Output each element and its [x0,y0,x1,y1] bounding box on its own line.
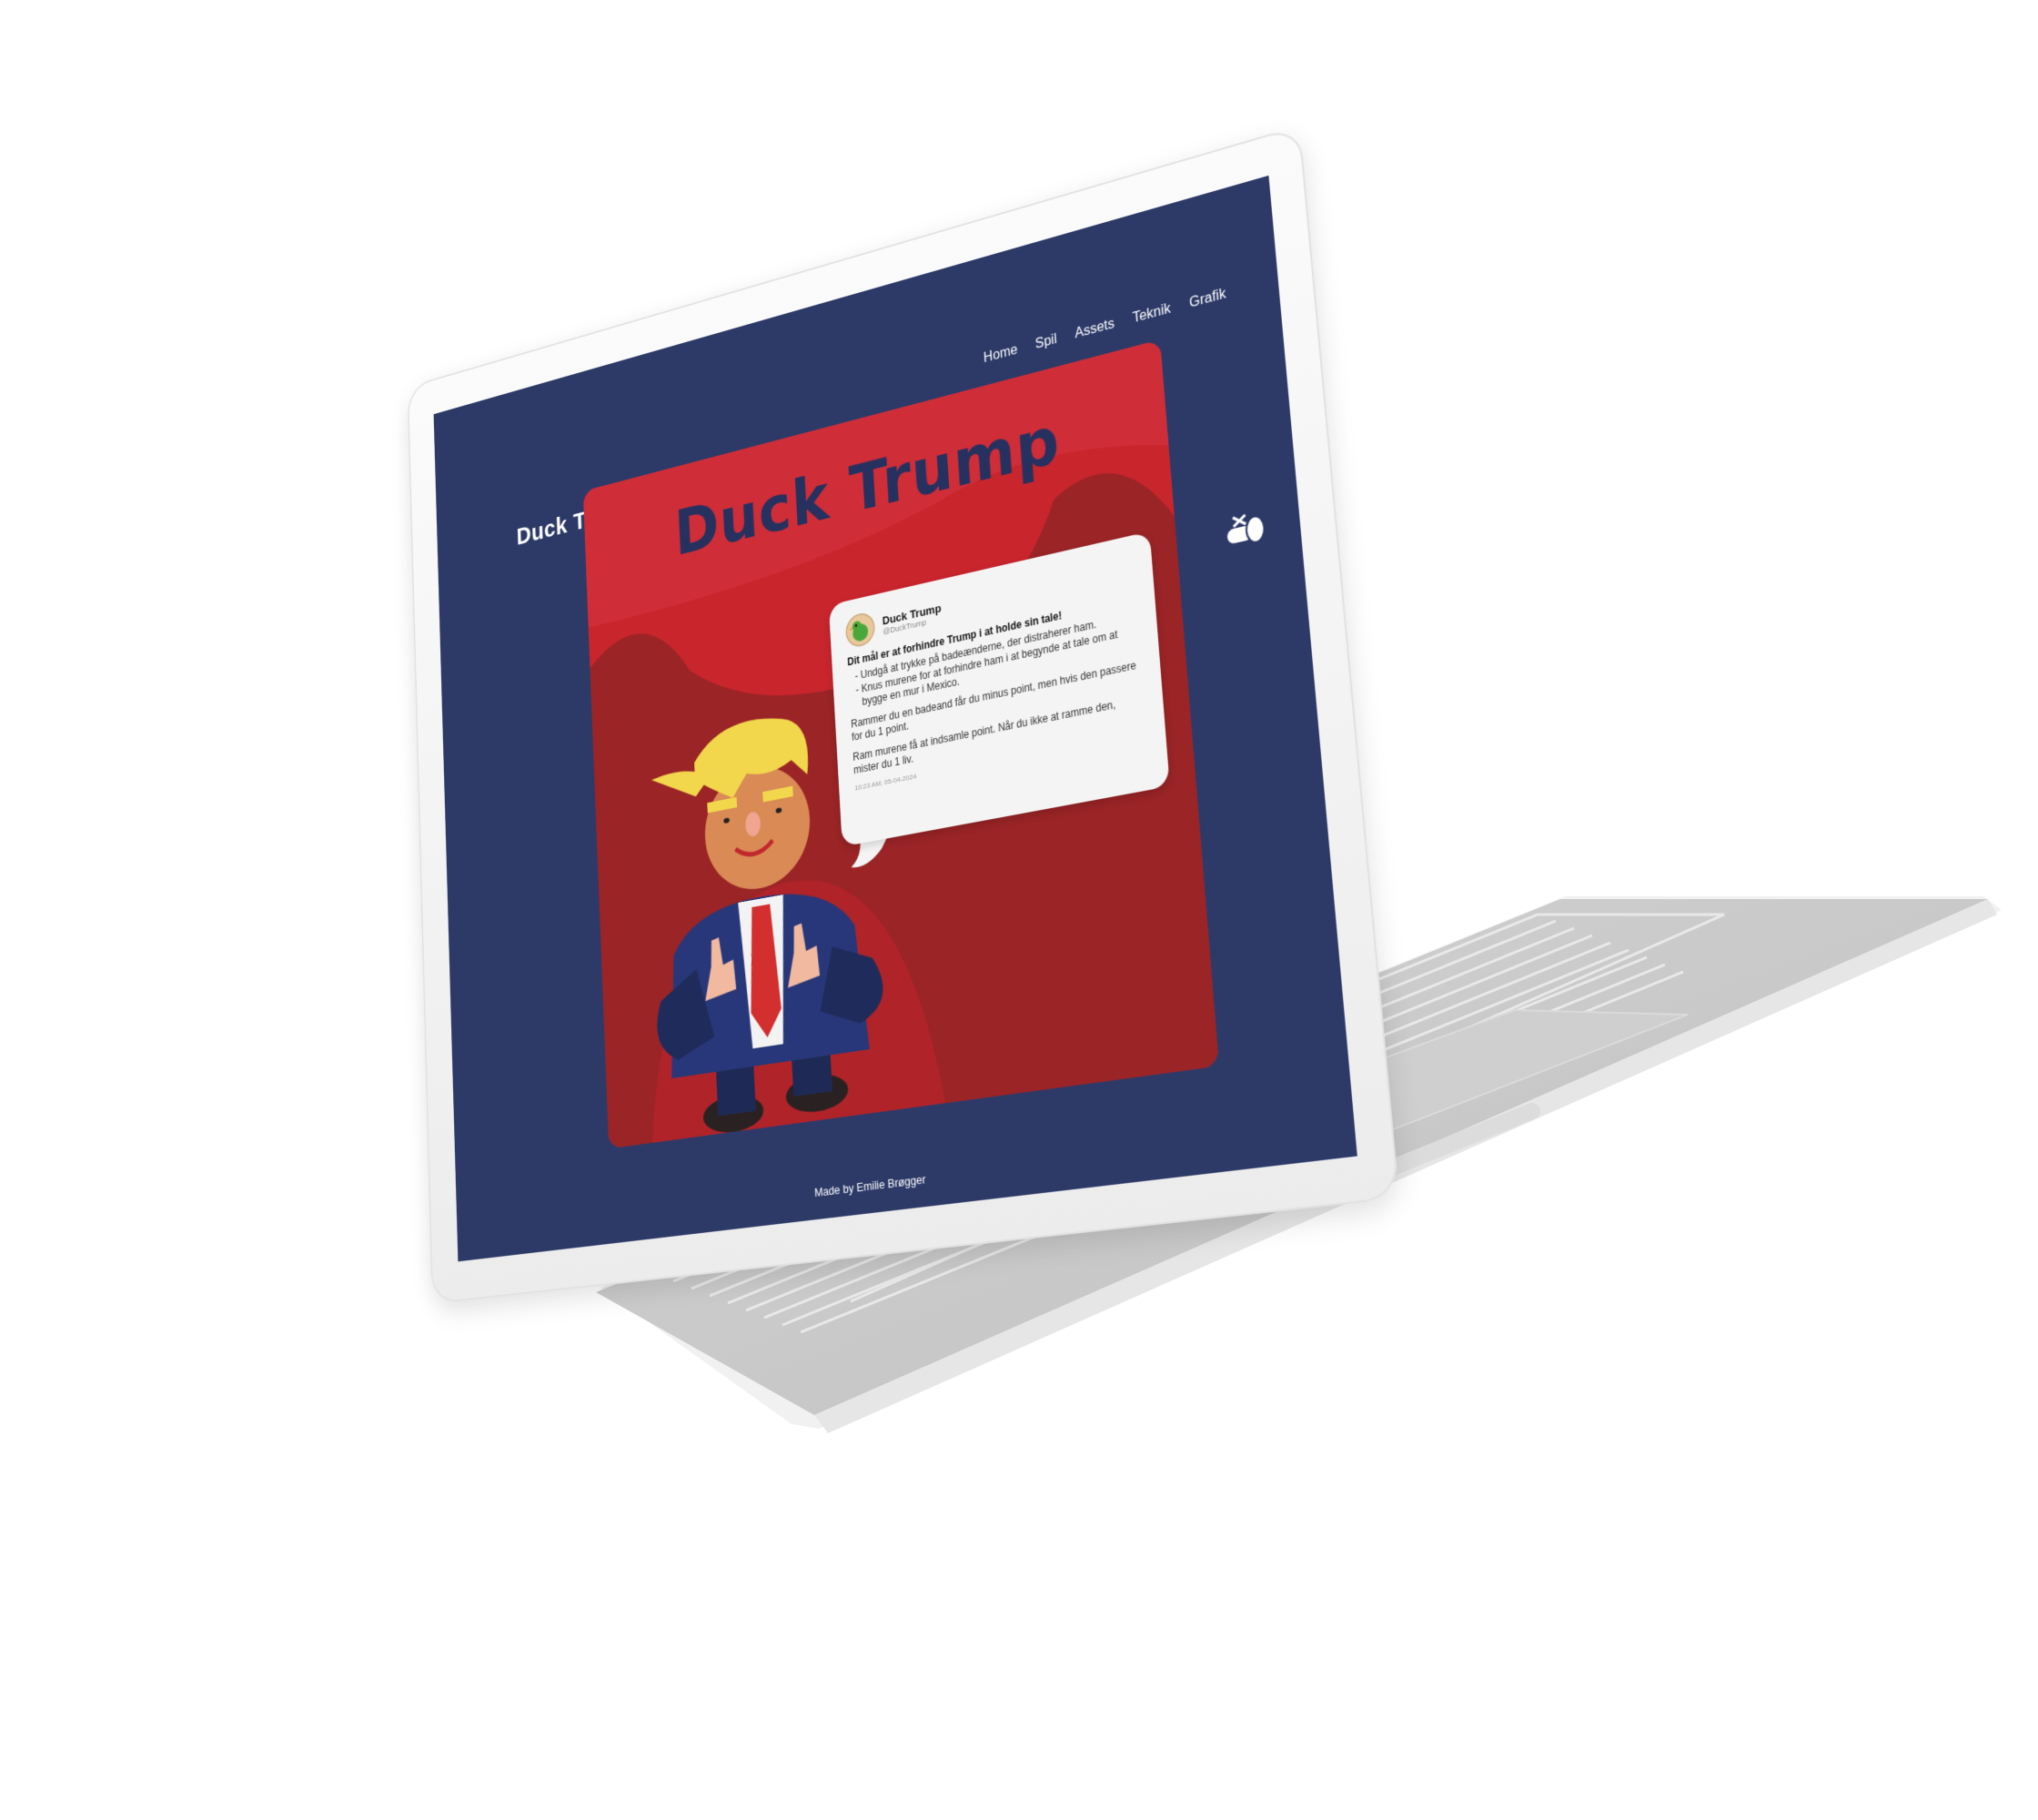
duck-avatar-icon [844,611,875,650]
mute-button[interactable] [1222,502,1278,560]
nav-spil[interactable]: Spil [1034,332,1057,353]
nav-assets[interactable]: Assets [1074,317,1115,343]
laptop-lid: Duck Trump Home Spil Assets Teknik Grafi… [408,126,1400,1304]
nav-home[interactable]: Home [984,342,1019,367]
nav-grafik[interactable]: Grafik [1189,287,1227,312]
nav-teknik[interactable]: Teknik [1132,301,1171,327]
sound-off-icon [1222,502,1278,560]
game-canvas[interactable]: Duck Trump Duck Trump @DuckTrump Dit mål… [583,339,1219,1148]
trump-character-illustration [620,671,913,1149]
